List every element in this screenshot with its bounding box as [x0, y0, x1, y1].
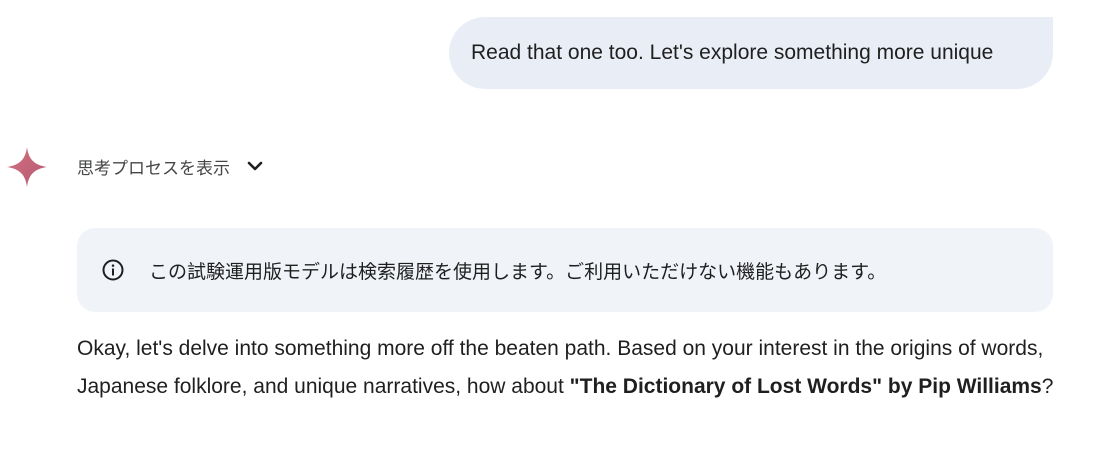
chevron-down-icon [247, 161, 263, 171]
gemini-sparkle-icon [7, 147, 47, 187]
user-message-text: Read that one too. Let's explore somethi… [471, 41, 994, 64]
response-text-end: ? [1041, 375, 1054, 398]
show-thinking-label: 思考プロセスを表示 [77, 158, 230, 179]
experimental-model-notice: この試験運用版モデルは検索履歴を使用します。ご利用いただけない機能もあります。 [77, 228, 1053, 312]
info-icon [102, 259, 124, 281]
book-title-author: "The Dictionary of Lost Words" by Pip Wi… [569, 375, 1042, 398]
user-message-bubble: Read that one too. Let's explore somethi… [449, 17, 1053, 89]
notice-text: この試験運用版モデルは検索履歴を使用します。ご利用いただけない機能もあります。 [149, 260, 887, 283]
assistant-response: Okay, let's delve into something more of… [77, 330, 1067, 406]
show-thinking-button[interactable]: 思考プロセスを表示 [77, 150, 264, 182]
